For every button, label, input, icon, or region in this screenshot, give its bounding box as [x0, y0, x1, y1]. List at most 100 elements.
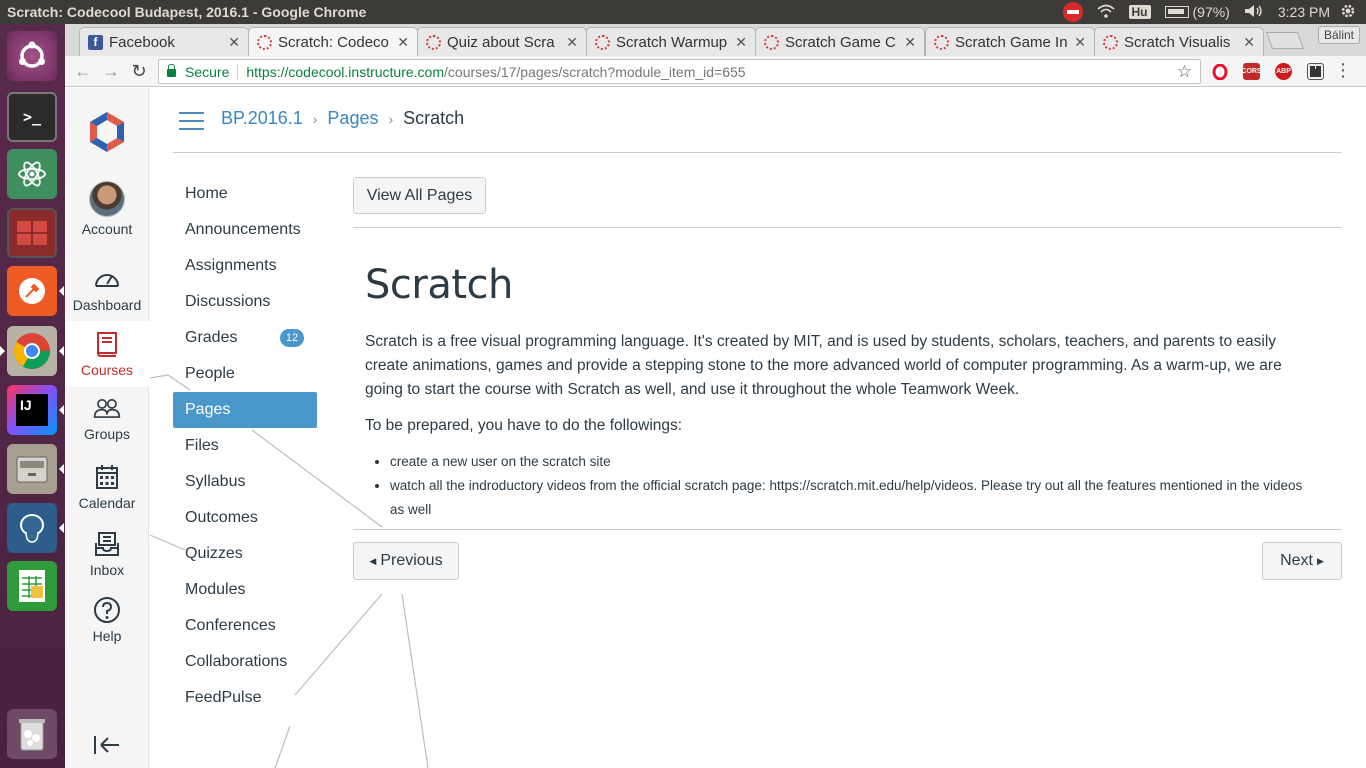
- tab-strip: f Facebook ✕ Scratch: Codeco ✕ Quiz abou…: [65, 24, 1366, 56]
- breadcrumb-pages[interactable]: Pages: [327, 108, 378, 129]
- course-nav-quizzes[interactable]: Quizzes: [173, 536, 317, 572]
- new-tab-button[interactable]: [1265, 32, 1305, 49]
- previous-label: Previous: [380, 552, 443, 569]
- course-nav-feedpulse[interactable]: FeedPulse: [173, 680, 317, 716]
- course-nav-files[interactable]: Files: [173, 428, 317, 464]
- tab-title: Scratch: Codeco: [278, 33, 389, 51]
- address-bar[interactable]: Secure https://codecool.instructure.com …: [158, 59, 1201, 84]
- battery-indicator[interactable]: (97%): [1164, 4, 1230, 20]
- list-item: watch all the indroductory videos from t…: [390, 474, 1315, 522]
- course-nav-discussions[interactable]: Discussions: [173, 284, 317, 320]
- global-nav-label: Calendar: [78, 495, 136, 511]
- course-nav-home[interactable]: Home: [173, 176, 317, 212]
- tab-scratch-active[interactable]: Scratch: Codeco ✕: [248, 27, 418, 56]
- global-nav-dashboard[interactable]: Dashboard: [65, 256, 149, 322]
- atom-icon[interactable]: [7, 149, 57, 199]
- tab-visualis[interactable]: Scratch Visualis ✕: [1094, 27, 1264, 56]
- course-nav-people[interactable]: People: [173, 356, 317, 392]
- course-menu-toggle-icon[interactable]: [179, 112, 204, 130]
- view-all-pages-button[interactable]: View All Pages: [353, 177, 486, 214]
- window-title: Scratch: Codecool Budapest, 2016.1 - Goo…: [7, 4, 367, 20]
- bookmark-star-icon[interactable]: ☆: [1177, 62, 1192, 82]
- course-nav-grades[interactable]: Grades 12: [173, 320, 317, 356]
- reload-icon[interactable]: ↻: [127, 59, 151, 83]
- volume-icon[interactable]: [1244, 4, 1264, 21]
- chevron-right-icon: ›: [312, 110, 318, 127]
- next-label: Next: [1280, 552, 1313, 569]
- global-nav-calendar[interactable]: Calendar: [65, 454, 149, 520]
- wifi-icon[interactable]: [1096, 4, 1115, 21]
- footer-divider: [353, 529, 1342, 530]
- groups-icon: [93, 394, 121, 422]
- breadcrumb-current: Scratch: [403, 108, 465, 128]
- back-arrow-icon[interactable]: ←: [71, 59, 95, 83]
- system-tray: Hu (97%) 3:23 PM: [1062, 2, 1366, 22]
- tab-title: Scratch Visualis: [1124, 33, 1231, 51]
- tab-game-c[interactable]: Scratch Game C ✕: [755, 27, 925, 56]
- content-divider: [353, 227, 1342, 228]
- course-nav-conferences[interactable]: Conferences: [173, 608, 317, 644]
- global-nav-help[interactable]: Help: [65, 587, 149, 653]
- close-icon[interactable]: ✕: [1074, 34, 1086, 51]
- facebook-icon: f: [88, 34, 103, 50]
- calendar-icon: [93, 463, 121, 491]
- spreadsheet-icon[interactable]: [7, 561, 57, 611]
- trash-icon[interactable]: [7, 709, 57, 759]
- course-nav-pages[interactable]: Pages: [173, 392, 317, 428]
- collapse-nav-icon[interactable]: [93, 734, 121, 762]
- files-icon[interactable]: [7, 444, 64, 494]
- canvas-icon: [934, 34, 949, 50]
- keyboard-layout-indicator[interactable]: Hu: [1128, 5, 1151, 19]
- global-nav-account[interactable]: Account: [65, 176, 149, 242]
- postman-icon[interactable]: [7, 266, 64, 316]
- intellij-icon[interactable]: IJ: [7, 385, 64, 435]
- global-nav-groups[interactable]: Groups: [65, 385, 149, 451]
- session-gear-icon[interactable]: [1340, 3, 1356, 22]
- global-nav-label: Groups: [84, 426, 130, 442]
- course-nav-outcomes[interactable]: Outcomes: [173, 500, 317, 536]
- previous-button[interactable]: ◀ Previous: [353, 542, 459, 580]
- global-nav-label: Dashboard: [72, 297, 142, 313]
- course-nav-collaborations[interactable]: Collaborations: [173, 644, 317, 680]
- cors-extension-icon[interactable]: CORS: [1241, 63, 1262, 80]
- breadcrumb-course[interactable]: BP.2016.1: [221, 108, 303, 129]
- tab-warmup[interactable]: Scratch Warmup ✕: [586, 27, 756, 56]
- close-icon[interactable]: ✕: [566, 34, 578, 51]
- lock-icon: [167, 64, 176, 77]
- close-icon[interactable]: ✕: [904, 34, 916, 51]
- preparation-list: create a new user on the scratch site wa…: [390, 450, 1315, 522]
- profile-button[interactable]: Bálint: [1317, 26, 1360, 44]
- tab-game-in[interactable]: Scratch Game In ✕: [925, 27, 1095, 56]
- terminal-icon[interactable]: >_: [7, 92, 57, 142]
- canvas-logo[interactable]: [85, 110, 129, 154]
- chrome-icon[interactable]: [0, 326, 64, 376]
- opera-extension-icon[interactable]: [1211, 63, 1228, 80]
- ubuntu-dash-icon[interactable]: [7, 31, 57, 81]
- clock[interactable]: 3:23 PM: [1278, 4, 1330, 20]
- canvas-icon: [257, 34, 272, 50]
- network-disabled-icon[interactable]: [1062, 2, 1083, 22]
- course-nav-modules[interactable]: Modules: [173, 572, 317, 608]
- tab-facebook[interactable]: f Facebook ✕: [79, 27, 249, 56]
- global-nav-label: Account: [81, 221, 133, 237]
- next-button[interactable]: Next ▶: [1262, 542, 1342, 580]
- forward-arrow-icon[interactable]: →: [99, 59, 123, 83]
- adblock-plus-icon[interactable]: ABP: [1275, 63, 1292, 80]
- close-icon[interactable]: ✕: [1243, 34, 1255, 51]
- workspace-switcher-icon[interactable]: [7, 208, 57, 258]
- chrome-menu-icon[interactable]: ⋮: [1334, 60, 1352, 80]
- tab-quiz[interactable]: Quiz about Scra ✕: [417, 27, 587, 56]
- avatar: [89, 181, 125, 217]
- global-nav-inbox[interactable]: Inbox: [65, 521, 149, 587]
- course-nav-announcements[interactable]: Announcements: [173, 212, 317, 248]
- close-icon[interactable]: ✕: [397, 34, 409, 51]
- course-nav-syllabus[interactable]: Syllabus: [173, 464, 317, 500]
- pgadmin-icon[interactable]: [7, 503, 64, 553]
- puzzle-extension-icon[interactable]: [1307, 63, 1324, 80]
- global-nav-courses[interactable]: Courses: [65, 321, 149, 387]
- battery-icon: [1164, 6, 1189, 18]
- tab-title: Facebook: [109, 33, 175, 51]
- course-nav-assignments[interactable]: Assignments: [173, 248, 317, 284]
- close-icon[interactable]: ✕: [735, 34, 747, 51]
- close-icon[interactable]: ✕: [228, 34, 240, 51]
